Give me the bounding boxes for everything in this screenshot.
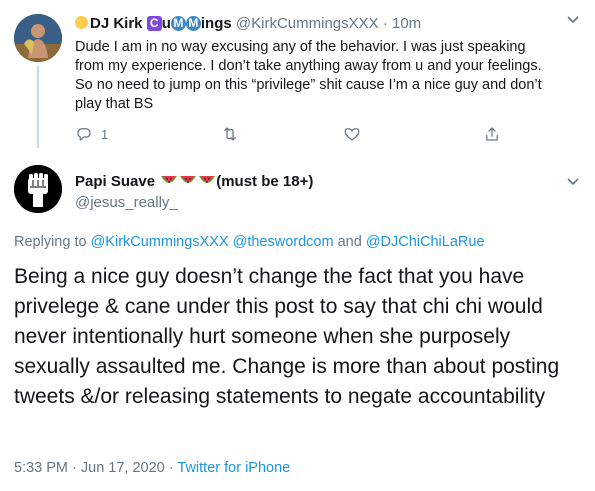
tweet1-handle[interactable]: @KirkCummingsXXX [236, 15, 379, 32]
smiley-emoji-icon [75, 16, 88, 29]
tweet2-handle[interactable]: @jesus_really_ [75, 193, 178, 213]
avatar-papi-suave[interactable] [14, 165, 62, 213]
mention-theswordcom[interactable]: @theswordcom [233, 234, 334, 250]
tweet1-text: Dude I am in no way excusing any of the … [75, 39, 542, 112]
replying-to-line: Replying to @KirkCummingsXXX @theswordco… [14, 232, 485, 252]
reply-icon [77, 128, 91, 141]
thread-connector-line [37, 66, 39, 148]
reply-count: 1 [101, 126, 109, 142]
watermelon-emoji-icon [199, 176, 216, 183]
mention-djchichilarue[interactable]: @DJChiChiLaRue [366, 234, 485, 250]
avatar-kirk[interactable] [14, 14, 62, 62]
separator-dot: · [382, 15, 388, 32]
watermelon-emoji-icon [180, 176, 197, 183]
like-icon [344, 128, 360, 141]
tweet1-more-chevron-icon[interactable] [566, 12, 580, 28]
raised-fist-icon [14, 165, 62, 213]
tweet1-display-name[interactable]: DJ Kirk Cu M Mings [90, 15, 232, 32]
letter-c-emoji-icon: C [146, 16, 162, 31]
tweet2-display-name[interactable]: Papi Suave (must be 18+) [75, 172, 313, 192]
replying-to-label: Replying to [14, 234, 87, 250]
letter-m-emoji-icon: M [170, 16, 186, 31]
letter-m-emoji-icon: M [185, 16, 201, 31]
mention-kirkcummingsxxx[interactable]: @KirkCummingsXXX [91, 234, 229, 250]
retweet-icon [224, 127, 236, 141]
share-icon [486, 127, 498, 141]
tweet1-header: DJ Kirk Cu M Mings @KirkCummingsXXX · 10m [75, 14, 421, 34]
tweet1-time[interactable]: 10m [392, 15, 421, 32]
tweet2-timestamp[interactable]: 5:33 PM · Jun 17, 2020 [14, 460, 165, 476]
share-button[interactable] [483, 125, 501, 143]
and-label: and [337, 234, 362, 250]
retweet-button[interactable] [221, 125, 239, 143]
tweet2-text: Being a nice guy doesn’t change the fact… [14, 265, 560, 408]
tweet2-source[interactable]: Twitter for iPhone [177, 460, 290, 476]
tweet2-footer: 5:33 PM · Jun 17, 2020 · Twitter for iPh… [14, 458, 290, 478]
watermelon-emoji-icon [161, 176, 178, 183]
reply-button[interactable]: 1 [75, 125, 108, 143]
tweet2-more-chevron-icon[interactable] [566, 174, 580, 190]
like-button[interactable] [343, 125, 361, 143]
separator-dot: · [168, 460, 174, 476]
tweet1-actions: 1 [75, 125, 515, 147]
